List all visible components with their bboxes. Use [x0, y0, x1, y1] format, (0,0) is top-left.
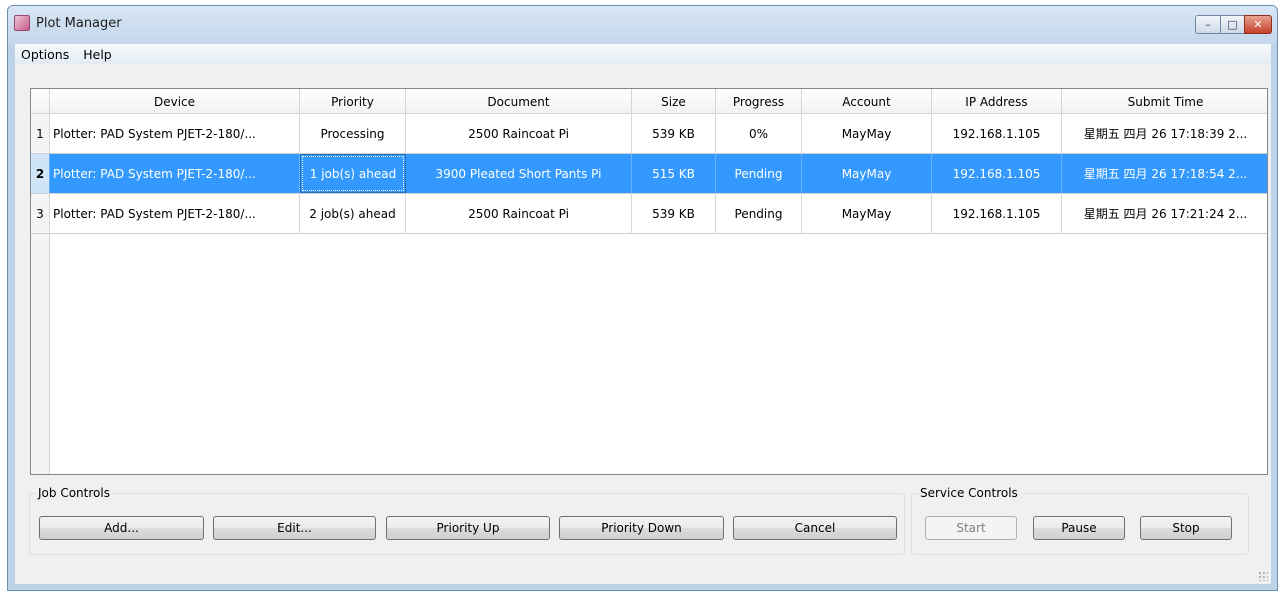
start-button[interactable]: Start: [925, 516, 1017, 540]
plot-manager-app-icon: [14, 15, 30, 31]
priority-down-button[interactable]: Priority Down: [559, 516, 724, 540]
row-number[interactable]: 3: [31, 194, 50, 233]
plot-manager-window: Plot Manager – □ ✕ Options Help Device P…: [7, 5, 1278, 591]
column-header-document[interactable]: Document: [406, 89, 632, 114]
cell-submit-time[interactable]: 星期五 四月 26 17:18:39 2...: [1062, 114, 1267, 153]
pause-button[interactable]: Pause: [1033, 516, 1125, 540]
cell-account[interactable]: MayMay: [802, 154, 932, 193]
job-controls-label: Job Controls: [36, 486, 112, 500]
table-corner: [31, 89, 50, 114]
column-header-device[interactable]: Device: [50, 89, 300, 114]
minimize-button[interactable]: –: [1195, 15, 1221, 34]
job-queue-table[interactable]: Device Priority Document Size Progress A…: [30, 88, 1268, 475]
cell-priority-focused[interactable]: 1 job(s) ahead: [300, 154, 406, 193]
cell-device[interactable]: Plotter: PAD System PJET-2-180/...: [50, 194, 300, 233]
menu-help[interactable]: Help: [77, 47, 120, 62]
column-header-account[interactable]: Account: [802, 89, 932, 114]
cell-account[interactable]: MayMay: [802, 194, 932, 233]
cell-ip-address[interactable]: 192.168.1.105: [932, 114, 1062, 153]
table-row[interactable]: 3 Plotter: PAD System PJET-2-180/... 2 j…: [31, 194, 1267, 234]
client-area: Options Help Device Priority Document Si…: [15, 44, 1271, 584]
cell-device[interactable]: Plotter: PAD System PJET-2-180/...: [50, 154, 300, 193]
cell-submit-time[interactable]: 星期五 四月 26 17:21:24 2...: [1062, 194, 1267, 233]
job-controls-group: Job Controls Add... Edit... Priority Up …: [29, 486, 905, 555]
table-row-selected[interactable]: 2 Plotter: PAD System PJET-2-180/... 1 j…: [31, 154, 1267, 194]
cell-progress[interactable]: Pending: [716, 154, 802, 193]
menu-bar: Options Help: [15, 44, 1271, 64]
resize-grip-icon[interactable]: [1258, 571, 1268, 581]
service-controls-label: Service Controls: [918, 486, 1020, 500]
cell-device[interactable]: Plotter: PAD System PJET-2-180/...: [50, 114, 300, 153]
cell-account[interactable]: MayMay: [802, 114, 932, 153]
add-button[interactable]: Add...: [39, 516, 204, 540]
title-bar[interactable]: Plot Manager – □ ✕: [8, 6, 1277, 44]
cell-progress[interactable]: 0%: [716, 114, 802, 153]
column-header-priority[interactable]: Priority: [300, 89, 406, 114]
row-number[interactable]: 1: [31, 114, 50, 153]
row-number[interactable]: 2: [31, 154, 50, 193]
cell-size[interactable]: 539 KB: [632, 114, 716, 153]
cancel-button[interactable]: Cancel: [733, 516, 897, 540]
edit-button[interactable]: Edit...: [213, 516, 376, 540]
menu-options[interactable]: Options: [15, 47, 77, 62]
cell-document[interactable]: 2500 Raincoat Pi: [406, 114, 632, 153]
stop-button[interactable]: Stop: [1140, 516, 1232, 540]
table-header: Device Priority Document Size Progress A…: [31, 89, 1267, 114]
cell-document[interactable]: 2500 Raincoat Pi: [406, 194, 632, 233]
window-title: Plot Manager: [36, 16, 122, 31]
column-header-submit-time[interactable]: Submit Time: [1062, 89, 1267, 114]
table-row[interactable]: 1 Plotter: PAD System PJET-2-180/... Pro…: [31, 114, 1267, 154]
column-header-progress[interactable]: Progress: [716, 89, 802, 114]
cell-priority[interactable]: Processing: [300, 114, 406, 153]
cell-priority[interactable]: 2 job(s) ahead: [300, 194, 406, 233]
cell-size[interactable]: 539 KB: [632, 194, 716, 233]
cell-progress[interactable]: Pending: [716, 194, 802, 233]
cell-submit-time[interactable]: 星期五 四月 26 17:18:54 2...: [1062, 154, 1267, 193]
close-button[interactable]: ✕: [1244, 15, 1272, 34]
service-controls-group: Service Controls Start Pause Stop: [911, 486, 1249, 555]
cell-ip-address[interactable]: 192.168.1.105: [932, 154, 1062, 193]
cell-size[interactable]: 515 KB: [632, 154, 716, 193]
cell-document[interactable]: 3900 Pleated Short Pants Pi: [406, 154, 632, 193]
cell-ip-address[interactable]: 192.168.1.105: [932, 194, 1062, 233]
column-header-ip-address[interactable]: IP Address: [932, 89, 1062, 114]
maximize-button[interactable]: □: [1220, 15, 1245, 34]
priority-up-button[interactable]: Priority Up: [386, 516, 550, 540]
column-header-size[interactable]: Size: [632, 89, 716, 114]
